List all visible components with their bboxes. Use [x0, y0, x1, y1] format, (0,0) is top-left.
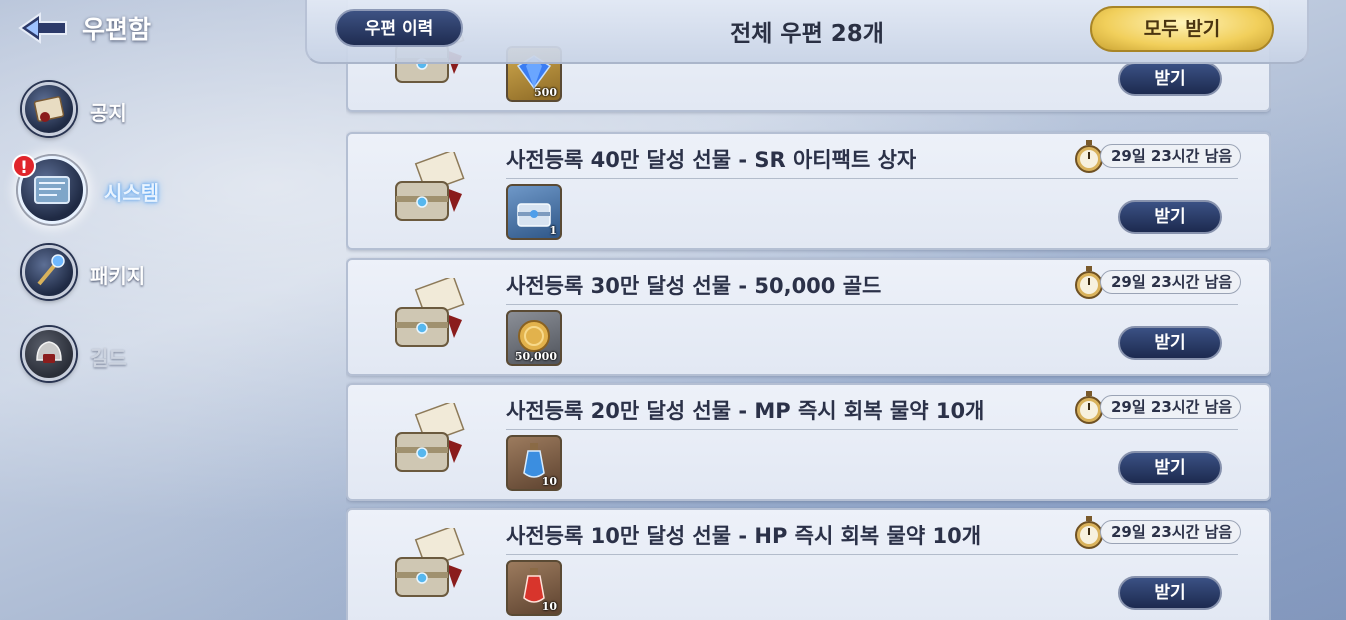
- expiry-timer-text: 29일 23시간 남음: [1100, 144, 1242, 168]
- treasure-chest-icon: [390, 149, 470, 232]
- category-package-label: 패키지: [90, 264, 146, 288]
- guild-helmet-icon: [22, 327, 76, 381]
- mailbox-title: 우편함: [82, 15, 152, 44]
- claim-button[interactable]: 받기: [1118, 326, 1222, 360]
- treasure-chest-icon: [390, 400, 470, 483]
- alert-badge: !: [12, 154, 36, 178]
- mail-title: 사전등록 30만 달성 선물 - 50,000 골드: [506, 274, 882, 298]
- letter-seal-icon: [22, 82, 76, 136]
- mailbox-header: 우편 이력 전체 우편 28개 모두 받기: [305, 0, 1309, 64]
- mail-card: 사전등록 20만 달성 선물 - MP 즉시 회복 물약 10개 29일 23시…: [346, 383, 1271, 501]
- back-arrow-icon[interactable]: [18, 10, 68, 46]
- expiry-timer-text: 29일 23시간 남음: [1100, 395, 1242, 419]
- reward-quantity: 1: [549, 224, 557, 237]
- expiry-timer-text: 29일 23시간 남음: [1100, 270, 1242, 294]
- claim-button[interactable]: 받기: [1118, 200, 1222, 234]
- category-guild-label: 길드: [90, 346, 127, 370]
- mail-card: 사전등록 10만 달성 선물 - HP 즉시 회복 물약 10개 29일 23시…: [346, 508, 1271, 620]
- mail-list[interactable]: 500 받기 사전등록 40만 달성 선물 - SR 아티팩트 상자 29일 2…: [346, 0, 1271, 620]
- mail-card: 사전등록 40만 달성 선물 - SR 아티팩트 상자 29일 23시간 남음 …: [346, 132, 1271, 250]
- reward-quantity: 10: [541, 475, 557, 488]
- reward-gold[interactable]: 50,000: [506, 310, 562, 366]
- divider: [506, 178, 1238, 179]
- reward-quantity: 10: [541, 600, 557, 613]
- claim-button[interactable]: 받기: [1118, 451, 1222, 485]
- magic-staff-icon: [22, 245, 76, 299]
- divider: [506, 304, 1238, 305]
- reward-hp-potion[interactable]: 10: [506, 560, 562, 616]
- category-system-label: 시스템: [104, 181, 160, 205]
- category-guild[interactable]: 길드: [22, 327, 282, 383]
- claim-button[interactable]: 받기: [1118, 62, 1222, 96]
- category-system[interactable]: ! 시스템: [12, 154, 282, 224]
- mail-title: 사전등록 10만 달성 선물 - HP 즉시 회복 물약 10개: [506, 524, 982, 548]
- reward-quantity: 500: [534, 86, 557, 99]
- expiry-timer-text: 29일 23시간 남음: [1100, 520, 1242, 544]
- treasure-chest-icon: [390, 275, 470, 358]
- mail-title: 사전등록 20만 달성 선물 - MP 즉시 회복 물약 10개: [506, 399, 985, 423]
- claim-button[interactable]: 받기: [1118, 576, 1222, 610]
- claim-all-button[interactable]: 모두 받기: [1090, 6, 1274, 52]
- reward-quantity: 50,000: [514, 350, 557, 363]
- divider: [506, 429, 1238, 430]
- divider: [506, 554, 1238, 555]
- reward-mp-potion[interactable]: 10: [506, 435, 562, 491]
- category-notice-label: 공지: [90, 101, 127, 125]
- category-notice[interactable]: 공지: [22, 82, 282, 138]
- category-package[interactable]: 패키지: [22, 245, 282, 301]
- sidebar: 우편함 공지 ! 시스템 패키지 길드: [0, 0, 320, 620]
- reward-sr-artifact-box[interactable]: 1: [506, 184, 562, 240]
- mail-card: 사전등록 30만 달성 선물 - 50,000 골드 29일 23시간 남음 5…: [346, 258, 1271, 376]
- mail-title: 사전등록 40만 달성 선물 - SR 아티팩트 상자: [506, 148, 917, 172]
- treasure-chest-icon: [390, 525, 470, 608]
